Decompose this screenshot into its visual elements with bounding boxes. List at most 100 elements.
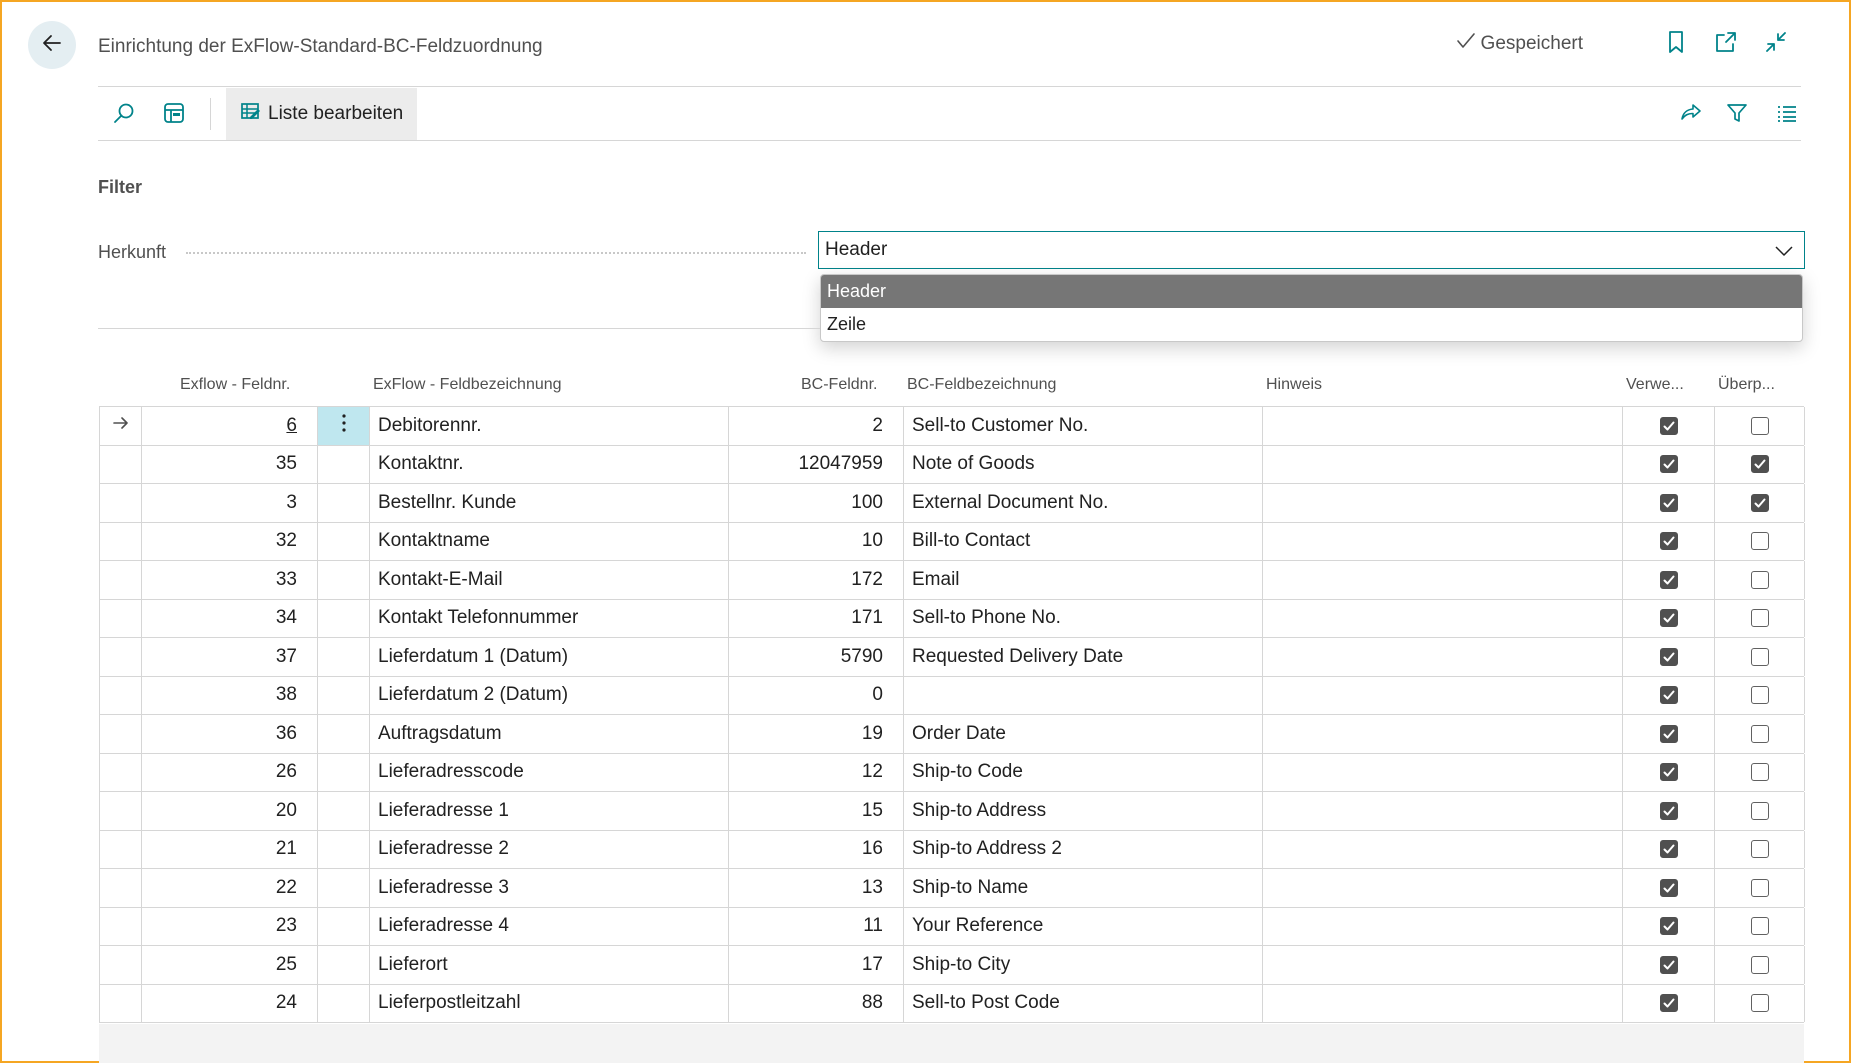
col-header-note[interactable]: Hinweis — [1266, 376, 1322, 394]
cell-bc-fieldno[interactable]: 172 — [728, 561, 903, 599]
check-checkbox[interactable] — [1750, 955, 1769, 974]
check-checkbox[interactable] — [1750, 532, 1769, 551]
cell-exflow-fielddesc[interactable]: Kontakt Telefonnummer — [369, 599, 728, 637]
cell-bc-fielddesc[interactable]: Requested Delivery Date — [903, 638, 1262, 676]
check-checkbox[interactable] — [1750, 801, 1769, 820]
row-menu-cell[interactable] — [317, 599, 369, 637]
use-checkbox[interactable] — [1659, 647, 1678, 666]
cell-exflow-fieldno[interactable]: 26 — [141, 753, 317, 791]
check-checkbox[interactable] — [1750, 647, 1769, 666]
cell-exflow-fieldno[interactable]: 37 — [141, 638, 317, 676]
row-menu-cell[interactable] — [317, 445, 369, 483]
dropdown-option-zeile[interactable]: Zeile — [821, 308, 1802, 341]
cell-bc-fieldno[interactable]: 100 — [728, 484, 903, 522]
row-selector[interactable] — [99, 869, 141, 907]
table-row[interactable]: 22 Lieferadresse 3 13 Ship-to Name — [99, 869, 1805, 908]
cell-note[interactable] — [1262, 753, 1622, 791]
use-checkbox[interactable] — [1659, 455, 1678, 474]
col-header-exflow-fieldno[interactable]: Exflow - Feldnr. — [180, 376, 290, 394]
cell-bc-fieldno[interactable]: 11 — [728, 907, 903, 945]
row-menu-cell[interactable] — [317, 676, 369, 714]
cell-bc-fieldno[interactable]: 5790 — [728, 638, 903, 676]
use-checkbox[interactable] — [1659, 570, 1678, 589]
row-selector[interactable] — [99, 676, 141, 714]
cell-bc-fieldno[interactable]: 10 — [728, 522, 903, 560]
cell-bc-fieldno[interactable]: 88 — [728, 984, 903, 1022]
cell-bc-fielddesc[interactable] — [903, 676, 1262, 714]
cell-note[interactable] — [1262, 638, 1622, 676]
cell-exflow-fielddesc[interactable]: Lieferadresse 4 — [369, 907, 728, 945]
table-row[interactable]: 23 Lieferadresse 4 11 Your Reference — [99, 907, 1805, 946]
check-checkbox[interactable] — [1750, 724, 1769, 743]
check-checkbox[interactable] — [1750, 416, 1769, 435]
cell-note[interactable] — [1262, 984, 1622, 1022]
use-checkbox[interactable] — [1659, 763, 1678, 782]
cell-exflow-fieldno[interactable]: 24 — [141, 984, 317, 1022]
cell-note[interactable] — [1262, 792, 1622, 830]
cell-bc-fielddesc[interactable]: Bill-to Contact — [903, 522, 1262, 560]
cell-bc-fielddesc[interactable]: Ship-to City — [903, 946, 1262, 984]
table-row[interactable]: 33 Kontakt-E-Mail 172 Email — [99, 561, 1805, 600]
cell-exflow-fieldno[interactable]: 32 — [141, 522, 317, 560]
chevron-down-icon[interactable] — [1774, 241, 1794, 267]
cell-exflow-fielddesc[interactable]: Bestellnr. Kunde — [369, 484, 728, 522]
check-checkbox[interactable] — [1750, 686, 1769, 705]
cell-exflow-fieldno[interactable]: 22 — [141, 869, 317, 907]
cell-bc-fielddesc[interactable]: Ship-to Address 2 — [903, 830, 1262, 868]
row-selector[interactable] — [99, 830, 141, 868]
cell-bc-fieldno[interactable]: 15 — [728, 792, 903, 830]
cell-note[interactable] — [1262, 830, 1622, 868]
check-checkbox[interactable] — [1750, 493, 1769, 512]
cell-bc-fieldno[interactable]: 16 — [728, 830, 903, 868]
cell-bc-fielddesc[interactable]: External Document No. — [903, 484, 1262, 522]
table-row[interactable]: 32 Kontaktname 10 Bill-to Contact — [99, 522, 1805, 561]
cell-bc-fieldno[interactable]: 12047959 — [728, 445, 903, 483]
row-selector[interactable] — [99, 599, 141, 637]
cell-exflow-fielddesc[interactable]: Lieferadresse 1 — [369, 792, 728, 830]
open-new-window-button[interactable] — [1713, 31, 1739, 57]
cell-bc-fielddesc[interactable]: Order Date — [903, 715, 1262, 753]
row-menu-cell[interactable] — [317, 830, 369, 868]
cell-exflow-fieldno[interactable]: 23 — [141, 907, 317, 945]
cell-bc-fieldno[interactable]: 12 — [728, 753, 903, 791]
col-header-bc-fielddesc[interactable]: BC-Feldbezeichnung — [907, 376, 1056, 394]
cell-exflow-fieldno[interactable]: 3 — [141, 484, 317, 522]
filter-button[interactable] — [1723, 101, 1751, 129]
cell-exflow-fielddesc[interactable]: Kontaktnr. — [369, 445, 728, 483]
row-selector[interactable] — [99, 407, 141, 445]
cell-bc-fielddesc[interactable]: Note of Goods — [903, 445, 1262, 483]
check-checkbox[interactable] — [1750, 609, 1769, 628]
cell-exflow-fieldno[interactable]: 38 — [141, 676, 317, 714]
table-row[interactable]: 38 Lieferdatum 2 (Datum) 0 — [99, 676, 1805, 715]
cell-bc-fieldno[interactable]: 0 — [728, 676, 903, 714]
use-checkbox[interactable] — [1659, 416, 1678, 435]
cell-exflow-fielddesc[interactable]: Lieferdatum 1 (Datum) — [369, 638, 728, 676]
check-checkbox[interactable] — [1750, 878, 1769, 897]
table-row[interactable]: 21 Lieferadresse 2 16 Ship-to Address 2 — [99, 830, 1805, 869]
table-row[interactable]: 25 Lieferort 17 Ship-to City — [99, 946, 1805, 985]
row-selector[interactable] — [99, 907, 141, 945]
share-button[interactable] — [1677, 101, 1705, 129]
edit-list-button[interactable]: Liste bearbeiten — [226, 88, 418, 140]
search-button[interactable] — [110, 101, 138, 129]
cell-exflow-fielddesc[interactable]: Kontakt-E-Mail — [369, 561, 728, 599]
row-menu-cell[interactable] — [317, 792, 369, 830]
table-row[interactable]: 20 Lieferadresse 1 15 Ship-to Address — [99, 792, 1805, 831]
cell-note[interactable] — [1262, 869, 1622, 907]
table-row[interactable]: 3 Bestellnr. Kunde 100 External Document No… — [99, 484, 1805, 523]
cell-bc-fieldno[interactable]: 17 — [728, 946, 903, 984]
cell-exflow-fieldno[interactable]: 21 — [141, 830, 317, 868]
check-checkbox[interactable] — [1750, 455, 1769, 474]
cell-exflow-fielddesc[interactable]: Lieferadresse 3 — [369, 869, 728, 907]
cell-exflow-fielddesc[interactable]: Kontaktname — [369, 522, 728, 560]
cell-exflow-fielddesc[interactable]: Debitorennr. — [369, 407, 728, 445]
use-checkbox[interactable] — [1659, 724, 1678, 743]
cell-bc-fielddesc[interactable]: Sell-to Phone No. — [903, 599, 1262, 637]
check-checkbox[interactable] — [1750, 763, 1769, 782]
row-selector[interactable] — [99, 522, 141, 560]
row-menu-cell[interactable] — [317, 638, 369, 676]
row-menu-cell[interactable] — [317, 753, 369, 791]
row-menu-cell[interactable] — [317, 869, 369, 907]
check-checkbox[interactable] — [1750, 994, 1769, 1013]
cell-note[interactable] — [1262, 676, 1622, 714]
